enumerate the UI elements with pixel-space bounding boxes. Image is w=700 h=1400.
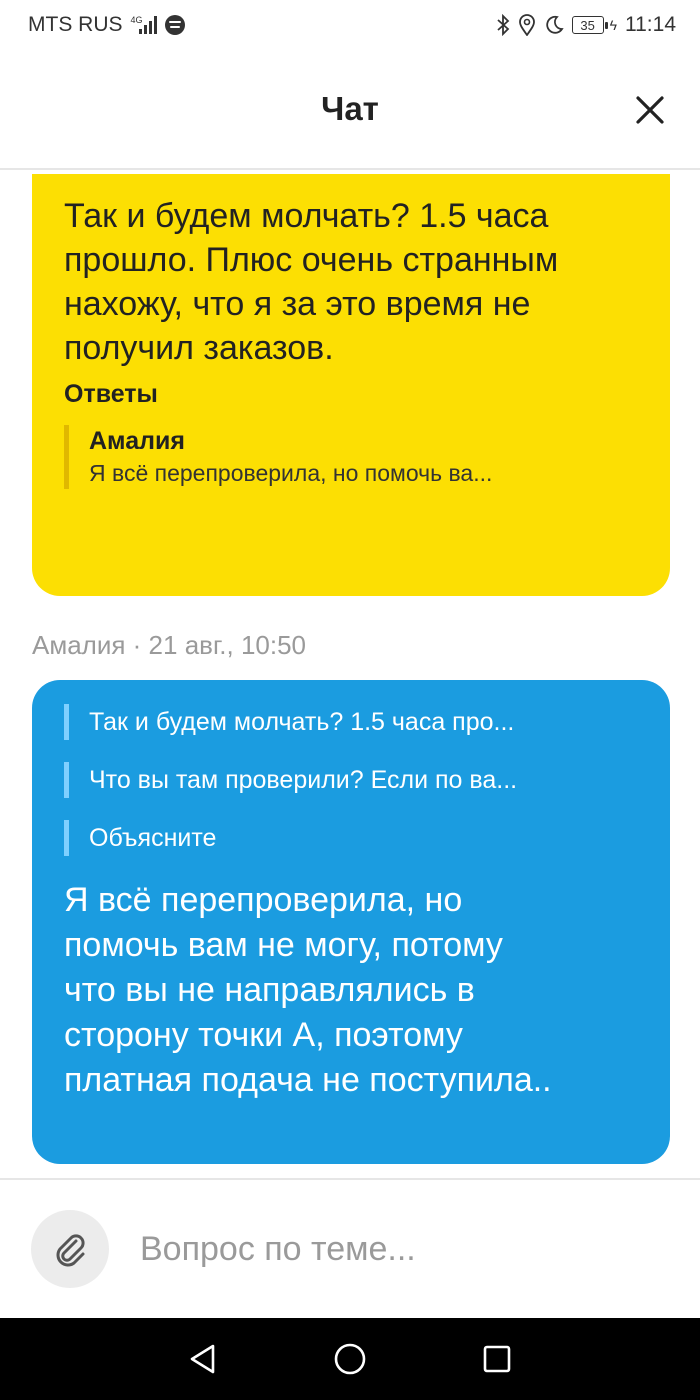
bluetooth-icon <box>496 14 509 36</box>
message-composer <box>0 1178 700 1318</box>
page-title: Чат <box>321 90 379 127</box>
spotify-icon <box>164 15 185 35</box>
chat-header: Чат <box>0 50 700 170</box>
quoted-message[interactable]: Так и будем молчать? 1.5 часа про... <box>64 704 619 740</box>
home-circle-icon <box>334 1343 366 1375</box>
status-right: 35 ϟ 11:14 <box>496 13 676 37</box>
battery-level: 35 <box>580 17 595 33</box>
message-meta: Амалия · 21 авг., 10:50 <box>32 630 307 660</box>
outgoing-message-text: Так и будем молчать? 1.5 часа прошло. Пл… <box>64 197 559 367</box>
carrier-name: MTS RUS <box>28 13 123 36</box>
battery-icon: 35 <box>571 16 608 34</box>
attach-button[interactable] <box>31 1210 109 1288</box>
system-nav-bar <box>0 1318 700 1400</box>
incoming-message-bubble[interactable]: Так и будем молчать? 1.5 часа про... Что… <box>32 680 670 1164</box>
quoted-message[interactable]: Что вы там проверили? Если по ва... <box>64 762 619 798</box>
message-input[interactable] <box>140 1216 660 1282</box>
nav-home-button[interactable] <box>328 1337 372 1381</box>
close-button[interactable] <box>628 88 672 132</box>
back-triangle-icon <box>191 1344 215 1374</box>
location-icon <box>518 14 535 36</box>
nav-back-button[interactable] <box>181 1337 225 1381</box>
message-list[interactable]: Так и будем молчать? 1.5 часа прошло. Пл… <box>0 172 700 1177</box>
cellular-signal-icon: 4G <box>131 16 157 34</box>
reply-preview[interactable]: Амалия Я всё перепроверила, но помочь ва… <box>64 425 638 489</box>
reply-text: Я всё перепроверила, но помочь ва... <box>89 460 493 486</box>
paperclip-icon <box>56 1234 85 1267</box>
status-bar: MTS RUS 4G 35 ϟ 11:14 <box>0 0 700 50</box>
charging-icon: ϟ <box>609 17 617 33</box>
close-icon <box>636 96 664 124</box>
status-left: MTS RUS 4G <box>28 13 185 37</box>
clock: 11:14 <box>625 13 676 36</box>
incoming-message-text: Я всё перепроверила, но помочь вам не мо… <box>64 881 552 1099</box>
reply-author: Амалия <box>89 427 185 455</box>
do-not-disturb-moon-icon <box>545 15 564 34</box>
nav-recents-button[interactable] <box>475 1337 519 1381</box>
outgoing-message-bubble[interactable]: Так и будем молчать? 1.5 часа прошло. Пл… <box>32 174 670 596</box>
quoted-message[interactable]: Объясните <box>64 820 619 856</box>
replies-label: Ответы <box>64 380 158 408</box>
recents-square-icon <box>483 1345 510 1373</box>
